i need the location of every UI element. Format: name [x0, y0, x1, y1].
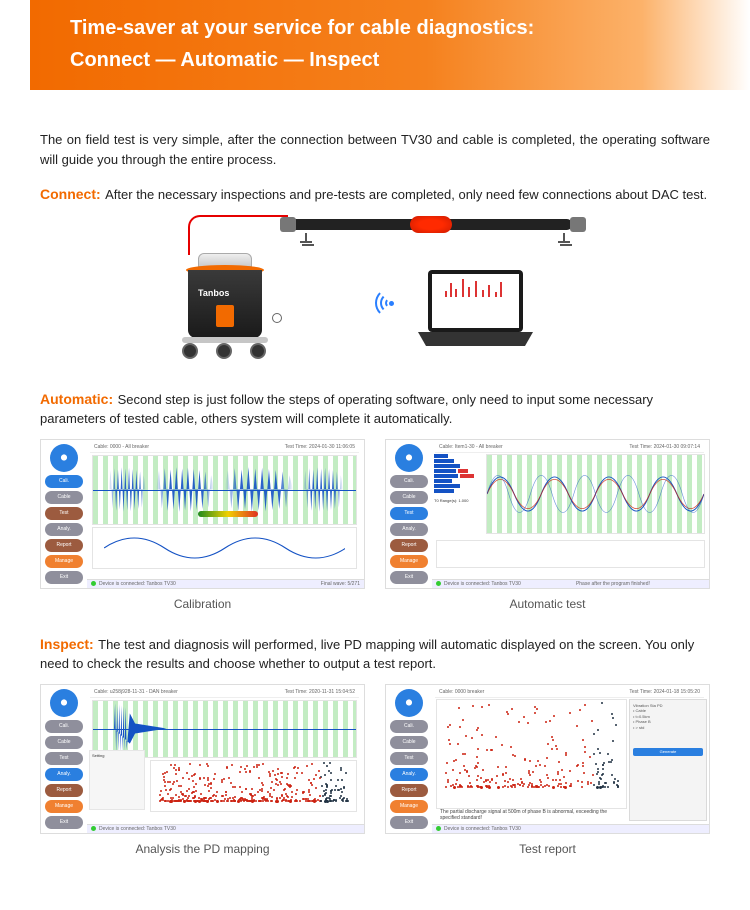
step-inspect: Inspect: The test and diagnosis will per… [40, 635, 710, 674]
caption-automatic: Automatic test [385, 597, 710, 611]
sidebar-item[interactable]: Manage [390, 800, 428, 813]
device-brand: Tanbos [198, 288, 229, 298]
header-title-line2: Connect — Automatic — Inspect [70, 44, 750, 76]
cable-label: Cable: 0000 - All breaker [94, 444, 149, 450]
sidebar-item[interactable]: Report [45, 539, 83, 552]
sidebar-logo: ⬤ [50, 689, 78, 717]
laptop [418, 270, 533, 355]
sidebar-item[interactable]: Cable [390, 491, 428, 504]
sidebar-item[interactable]: Report [390, 784, 428, 797]
test-time: Test Time: 2024-01-18 15:05:20 [629, 689, 700, 695]
sidebar-logo: ⬤ [395, 689, 423, 717]
header-banner: Time-saver at your service for cable dia… [30, 0, 750, 90]
sidebar-item[interactable]: Cali. [390, 720, 428, 733]
sidebar-item[interactable]: Exit [390, 571, 428, 584]
automatic-text: Second step is just follow the steps of … [40, 392, 653, 427]
caption-report: Test report [385, 842, 710, 856]
step-automatic: Automatic: Second step is just follow th… [40, 390, 710, 429]
sidebar-item[interactable]: Test [45, 507, 83, 520]
connect-text: After the necessary inspections and pre-… [105, 187, 707, 202]
calib-learn-curve [92, 527, 357, 569]
sidebar-item[interactable]: Analy. [45, 523, 83, 536]
cable-label: Cable: u258j928-11-31 - DAN breaker [94, 689, 178, 695]
generate-report-button[interactable]: Generate [633, 748, 703, 756]
sidebar-item[interactable]: Test [390, 752, 428, 765]
sidebar-item[interactable]: Cable [390, 736, 428, 749]
test-time: Test Time: 2020-11-31 15:04:52 [285, 689, 355, 695]
sidebar-item[interactable]: Report [45, 784, 83, 797]
automatic-label: Automatic: [40, 391, 113, 407]
sidebar-item[interactable]: Cali. [45, 720, 83, 733]
test-device: Tanbos [180, 253, 270, 363]
step-connect: Connect: After the necessary inspections… [40, 185, 710, 205]
screenshot-calibration: ⬤ Cali. Cable Test Analy. Report Manage … [40, 439, 365, 589]
severity-bar [198, 511, 258, 517]
screenshot-pd-mapping: ⬤ Cali. Cable Test Analy. Report Manage … [40, 684, 365, 834]
status-text: Device is connected: Tanbos TV30 [99, 581, 176, 587]
sidebar-logo: ⬤ [50, 444, 78, 472]
inspect-text: The test and diagnosis will performed, l… [40, 637, 694, 672]
sidebar-item[interactable]: Report [390, 539, 428, 552]
pd-settings-panel: Setting [89, 750, 145, 810]
range-label: T0 Range(s): 1.000 [434, 498, 482, 503]
status-text: Device is connected: Tanbos TV30 [444, 826, 521, 832]
report-note: The partial discharge signal at 500m of … [440, 809, 623, 821]
sidebar-item[interactable]: Cable [45, 736, 83, 749]
ground-icon [300, 233, 312, 249]
sidebar-logo: ⬤ [395, 444, 423, 472]
sidebar-item[interactable]: Manage [390, 555, 428, 568]
sidebar-item[interactable]: Test [45, 752, 83, 765]
sidebar-item[interactable]: Cali. [390, 475, 428, 488]
app-sidebar: ⬤ Cali. Cable Test Analy. Report Manage … [41, 440, 87, 588]
caption-pd: Analysis the PD mapping [40, 842, 365, 856]
sidebar-item[interactable]: Test [390, 507, 428, 520]
app-sidebar: ⬤ Cali. Cable Test Analy. Report Manage … [386, 685, 432, 833]
intro-text: The on field test is very simple, after … [40, 130, 710, 169]
auto-lower-panel [436, 540, 705, 568]
header-title-line1: Time-saver at your service for cable dia… [70, 12, 750, 44]
sidebar-item[interactable]: Exit [390, 816, 428, 829]
status-text: Device is connected: Tanbos TV30 [99, 826, 176, 832]
report-side-panel: Vibration Sta PD • Cable• t=0.5km• Phase… [629, 699, 707, 821]
sidebar-item[interactable]: Cali. [45, 475, 83, 488]
sidebar-item[interactable]: Analy. [390, 523, 428, 536]
ground-icon [558, 233, 570, 249]
histogram-panel: T0 Range(s): 1.000 [434, 454, 482, 524]
footer-right: Final wave: 5/271 [321, 581, 360, 587]
sidebar-item[interactable]: Exit [45, 571, 83, 584]
sidebar-item[interactable]: Analy. [390, 768, 428, 781]
screenshot-automatic: ⬤ Cali. Cable Test Analy. Report Manage … [385, 439, 710, 589]
hv-wire [188, 215, 288, 255]
test-time: Test Time: 2024-01-30 09:07:14 [629, 444, 700, 450]
cable-label: Cable: 0000 breaker [439, 689, 484, 695]
caption-calibration: Calibration [40, 597, 365, 611]
status-text: Device is connected: Tanbos TV30 [444, 581, 521, 587]
cable-end-right [570, 217, 586, 232]
ground-ball-icon [272, 313, 282, 323]
pd-scatter-chart [150, 760, 357, 812]
app-sidebar: ⬤ Cali. Cable Test Analy. Report Manage … [41, 685, 87, 833]
footer-center: Phase after the program finished! [576, 581, 650, 587]
connect-label: Connect: [40, 186, 101, 202]
app-sidebar: ⬤ Cali. Cable Test Analy. Report Manage … [386, 440, 432, 588]
sidebar-item[interactable]: Manage [45, 800, 83, 813]
cable-label: Cable: Item1-30 - All breaker [439, 444, 503, 450]
sidebar-item[interactable]: Manage [45, 555, 83, 568]
sidebar-item[interactable]: Exit [45, 816, 83, 829]
connect-illustration: Tanbos [160, 215, 590, 370]
auto-waveform-chart [486, 454, 705, 534]
wifi-icon [375, 290, 409, 316]
sidebar-item[interactable]: Analy. [45, 768, 83, 781]
calib-waveform-chart [92, 455, 357, 525]
sidebar-item[interactable]: Cable [45, 491, 83, 504]
cable-joint [410, 216, 452, 233]
inspect-label: Inspect: [40, 636, 94, 652]
screenshot-report: ⬤ Cali. Cable Test Analy. Report Manage … [385, 684, 710, 834]
report-scatter-chart [436, 699, 627, 809]
test-time: Test Time: 2024-01-30 11:06:05 [285, 444, 355, 450]
